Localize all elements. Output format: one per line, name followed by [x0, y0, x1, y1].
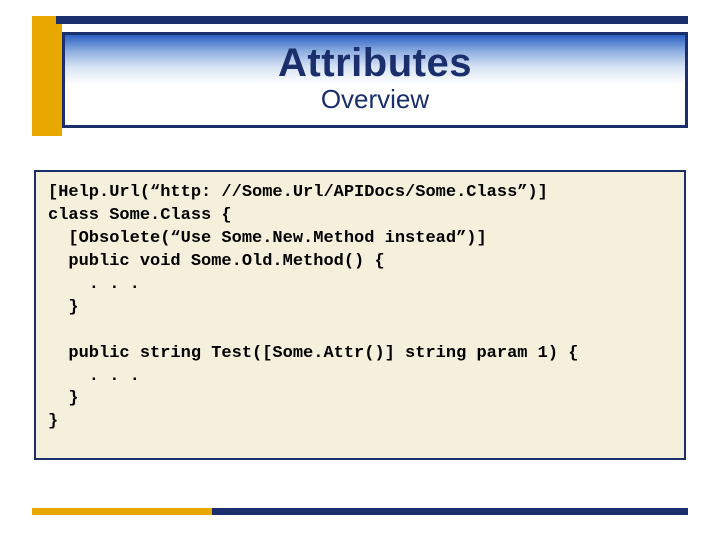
bottom-rule-accent [32, 508, 212, 515]
header-left-accent [32, 24, 62, 136]
slide: Attributes Overview [Help.Url(“http: //S… [0, 0, 720, 540]
top-rule [32, 16, 688, 24]
slide-subtitle: Overview [65, 84, 685, 115]
code-content: [Help.Url(“http: //Some.Url/APIDocs/Some… [48, 182, 672, 434]
header-box: Attributes Overview [62, 32, 688, 128]
code-box: [Help.Url(“http: //Some.Url/APIDocs/Some… [34, 170, 686, 460]
slide-title: Attributes [65, 41, 685, 86]
top-rule-accent [32, 16, 56, 24]
